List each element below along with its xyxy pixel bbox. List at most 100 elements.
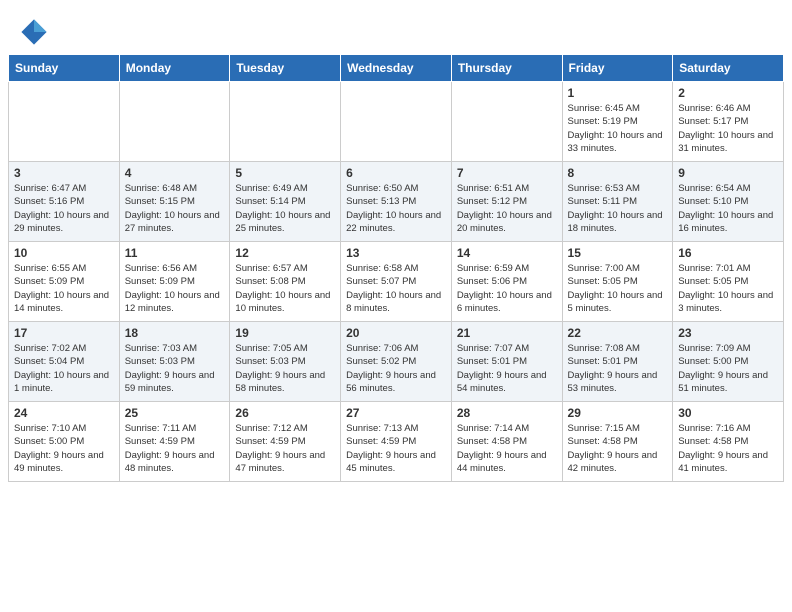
calendar-row: 10 Sunrise: 6:55 AM Sunset: 5:09 PM Dayli… xyxy=(9,242,784,322)
day-info: Sunrise: 6:58 AM Sunset: 5:07 PM Dayligh… xyxy=(346,262,446,315)
calendar-cell: 12Sunrise: 6:57 AM Sunset: 5:08 PM Dayli… xyxy=(230,242,341,322)
day-info: Sunrise: 7:02 AM Sunset: 5:04 PM Dayligh… xyxy=(14,342,114,395)
day-number: 15 xyxy=(568,246,668,260)
day-info: Sunrise: 7:08 AM Sunset: 5:01 PM Dayligh… xyxy=(568,342,668,395)
calendar-cell: 3 Sunrise: 6:47 AM Sunset: 5:16 PM Daylig… xyxy=(9,162,120,242)
day-info: Sunrise: 6:53 AM Sunset: 5:11 PM Dayligh… xyxy=(568,182,668,235)
day-info: Sunrise: 7:11 AM Sunset: 4:59 PM Dayligh… xyxy=(125,422,225,475)
calendar-cell: 27 Sunrise: 7:13 AM Sunset: 4:59 PM Dayli… xyxy=(341,402,452,482)
day-info: Sunrise: 6:48 AM Sunset: 5:15 PM Dayligh… xyxy=(125,182,225,235)
calendar-cell: 7 Sunrise: 6:51 AM Sunset: 5:12 PM Daylig… xyxy=(451,162,562,242)
calendar-cell: 14 Sunrise: 6:59 AM Sunset: 5:06 PM Dayli… xyxy=(451,242,562,322)
calendar-cell: 19Sunrise: 7:05 AM Sunset: 5:03 PM Dayli… xyxy=(230,322,341,402)
day-info: Sunrise: 6:50 AM Sunset: 5:13 PM Dayligh… xyxy=(346,182,446,235)
day-info: Sunrise: 7:01 AM Sunset: 5:05 PM Dayligh… xyxy=(678,262,778,315)
day-info: Sunrise: 7:05 AM Sunset: 5:03 PM Dayligh… xyxy=(235,342,335,395)
day-info: Sunrise: 7:09 AM Sunset: 5:00 PM Dayligh… xyxy=(678,342,778,395)
calendar-cell: 28Sunrise: 7:14 AM Sunset: 4:58 PM Dayli… xyxy=(451,402,562,482)
day-info: Sunrise: 7:16 AM Sunset: 4:58 PM Dayligh… xyxy=(678,422,778,475)
calendar-cell: 29 Sunrise: 7:15 AM Sunset: 4:58 PM Dayli… xyxy=(562,402,673,482)
calendar-cell: 26Sunrise: 7:12 AM Sunset: 4:59 PM Dayli… xyxy=(230,402,341,482)
logo-icon xyxy=(20,18,48,46)
day-number: 29 xyxy=(568,406,668,420)
day-info: Sunrise: 6:55 AM Sunset: 5:09 PM Dayligh… xyxy=(14,262,114,315)
day-number: 11 xyxy=(125,246,225,260)
day-number: 9 xyxy=(678,166,778,180)
calendar-cell: 25 Sunrise: 7:11 AM Sunset: 4:59 PM Dayli… xyxy=(119,402,230,482)
calendar-cell xyxy=(9,82,120,162)
day-number: 3 xyxy=(14,166,114,180)
page-header xyxy=(0,0,792,54)
calendar-row: 3 Sunrise: 6:47 AM Sunset: 5:16 PM Daylig… xyxy=(9,162,784,242)
calendar-cell: 30 Sunrise: 7:16 AM Sunset: 4:58 PM Dayli… xyxy=(673,402,784,482)
calendar-table: SundayMondayTuesdayWednesdayThursdayFrid… xyxy=(8,54,784,482)
day-number: 24 xyxy=(14,406,114,420)
header-day: Friday xyxy=(562,55,673,82)
header-day: Wednesday xyxy=(341,55,452,82)
day-info: Sunrise: 7:00 AM Sunset: 5:05 PM Dayligh… xyxy=(568,262,668,315)
calendar-row: 17 Sunrise: 7:02 AM Sunset: 5:04 PM Dayli… xyxy=(9,322,784,402)
calendar-cell xyxy=(341,82,452,162)
day-info: Sunrise: 6:47 AM Sunset: 5:16 PM Dayligh… xyxy=(14,182,114,235)
day-info: Sunrise: 6:46 AM Sunset: 5:17 PM Dayligh… xyxy=(678,102,778,155)
day-info: Sunrise: 6:57 AM Sunset: 5:08 PM Dayligh… xyxy=(235,262,335,315)
day-info: Sunrise: 7:07 AM Sunset: 5:01 PM Dayligh… xyxy=(457,342,557,395)
day-info: Sunrise: 6:49 AM Sunset: 5:14 PM Dayligh… xyxy=(235,182,335,235)
day-number: 14 xyxy=(457,246,557,260)
day-number: 30 xyxy=(678,406,778,420)
day-number: 21 xyxy=(457,326,557,340)
day-number: 27 xyxy=(346,406,446,420)
calendar-cell: 15 Sunrise: 7:00 AM Sunset: 5:05 PM Dayli… xyxy=(562,242,673,322)
day-number: 20 xyxy=(346,326,446,340)
calendar-cell: 8 Sunrise: 6:53 AM Sunset: 5:11 PM Daylig… xyxy=(562,162,673,242)
calendar-cell: 13 Sunrise: 6:58 AM Sunset: 5:07 PM Dayli… xyxy=(341,242,452,322)
calendar-cell: 1 Sunrise: 6:45 AM Sunset: 5:19 PM Daylig… xyxy=(562,82,673,162)
calendar-cell: 24 Sunrise: 7:10 AM Sunset: 5:00 PM Dayli… xyxy=(9,402,120,482)
day-number: 6 xyxy=(346,166,446,180)
calendar-cell: 2 Sunrise: 6:46 AM Sunset: 5:17 PM Daylig… xyxy=(673,82,784,162)
calendar-row: 1 Sunrise: 6:45 AM Sunset: 5:19 PM Daylig… xyxy=(9,82,784,162)
day-number: 2 xyxy=(678,86,778,100)
day-number: 5 xyxy=(235,166,335,180)
calendar-cell: 4 Sunrise: 6:48 AM Sunset: 5:15 PM Daylig… xyxy=(119,162,230,242)
calendar-cell: 9 Sunrise: 6:54 AM Sunset: 5:10 PM Daylig… xyxy=(673,162,784,242)
day-info: Sunrise: 6:59 AM Sunset: 5:06 PM Dayligh… xyxy=(457,262,557,315)
day-info: Sunrise: 6:54 AM Sunset: 5:10 PM Dayligh… xyxy=(678,182,778,235)
day-info: Sunrise: 6:56 AM Sunset: 5:09 PM Dayligh… xyxy=(125,262,225,315)
day-number: 23 xyxy=(678,326,778,340)
day-number: 8 xyxy=(568,166,668,180)
calendar-cell: 5 Sunrise: 6:49 AM Sunset: 5:14 PM Daylig… xyxy=(230,162,341,242)
calendar-cell: 22 Sunrise: 7:08 AM Sunset: 5:01 PM Dayli… xyxy=(562,322,673,402)
calendar-cell: 6 Sunrise: 6:50 AM Sunset: 5:13 PM Daylig… xyxy=(341,162,452,242)
header-day: Thursday xyxy=(451,55,562,82)
header-day: Sunday xyxy=(9,55,120,82)
header-day: Tuesday xyxy=(230,55,341,82)
day-info: Sunrise: 7:13 AM Sunset: 4:59 PM Dayligh… xyxy=(346,422,446,475)
calendar-cell: 20 Sunrise: 7:06 AM Sunset: 5:02 PM Dayli… xyxy=(341,322,452,402)
calendar-cell: 10 Sunrise: 6:55 AM Sunset: 5:09 PM Dayli… xyxy=(9,242,120,322)
day-number: 16 xyxy=(678,246,778,260)
day-number: 28 xyxy=(457,406,557,420)
day-number: 13 xyxy=(346,246,446,260)
day-number: 7 xyxy=(457,166,557,180)
calendar-cell: 16 Sunrise: 7:01 AM Sunset: 5:05 PM Dayli… xyxy=(673,242,784,322)
day-info: Sunrise: 7:15 AM Sunset: 4:58 PM Dayligh… xyxy=(568,422,668,475)
calendar-cell: 23 Sunrise: 7:09 AM Sunset: 5:00 PM Dayli… xyxy=(673,322,784,402)
day-info: Sunrise: 7:10 AM Sunset: 5:00 PM Dayligh… xyxy=(14,422,114,475)
calendar-cell xyxy=(451,82,562,162)
header-day: Monday xyxy=(119,55,230,82)
calendar-cell: 17 Sunrise: 7:02 AM Sunset: 5:04 PM Dayli… xyxy=(9,322,120,402)
day-number: 4 xyxy=(125,166,225,180)
day-number: 1 xyxy=(568,86,668,100)
day-number: 25 xyxy=(125,406,225,420)
calendar-cell: 11 Sunrise: 6:56 AM Sunset: 5:09 PM Dayli… xyxy=(119,242,230,322)
day-info: Sunrise: 7:03 AM Sunset: 5:03 PM Dayligh… xyxy=(125,342,225,395)
day-number: 22 xyxy=(568,326,668,340)
day-number: 26 xyxy=(235,406,335,420)
day-number: 17 xyxy=(14,326,114,340)
day-number: 10 xyxy=(14,246,114,260)
day-number: 18 xyxy=(125,326,225,340)
day-info: Sunrise: 6:45 AM Sunset: 5:19 PM Dayligh… xyxy=(568,102,668,155)
day-info: Sunrise: 6:51 AM Sunset: 5:12 PM Dayligh… xyxy=(457,182,557,235)
day-info: Sunrise: 7:06 AM Sunset: 5:02 PM Dayligh… xyxy=(346,342,446,395)
